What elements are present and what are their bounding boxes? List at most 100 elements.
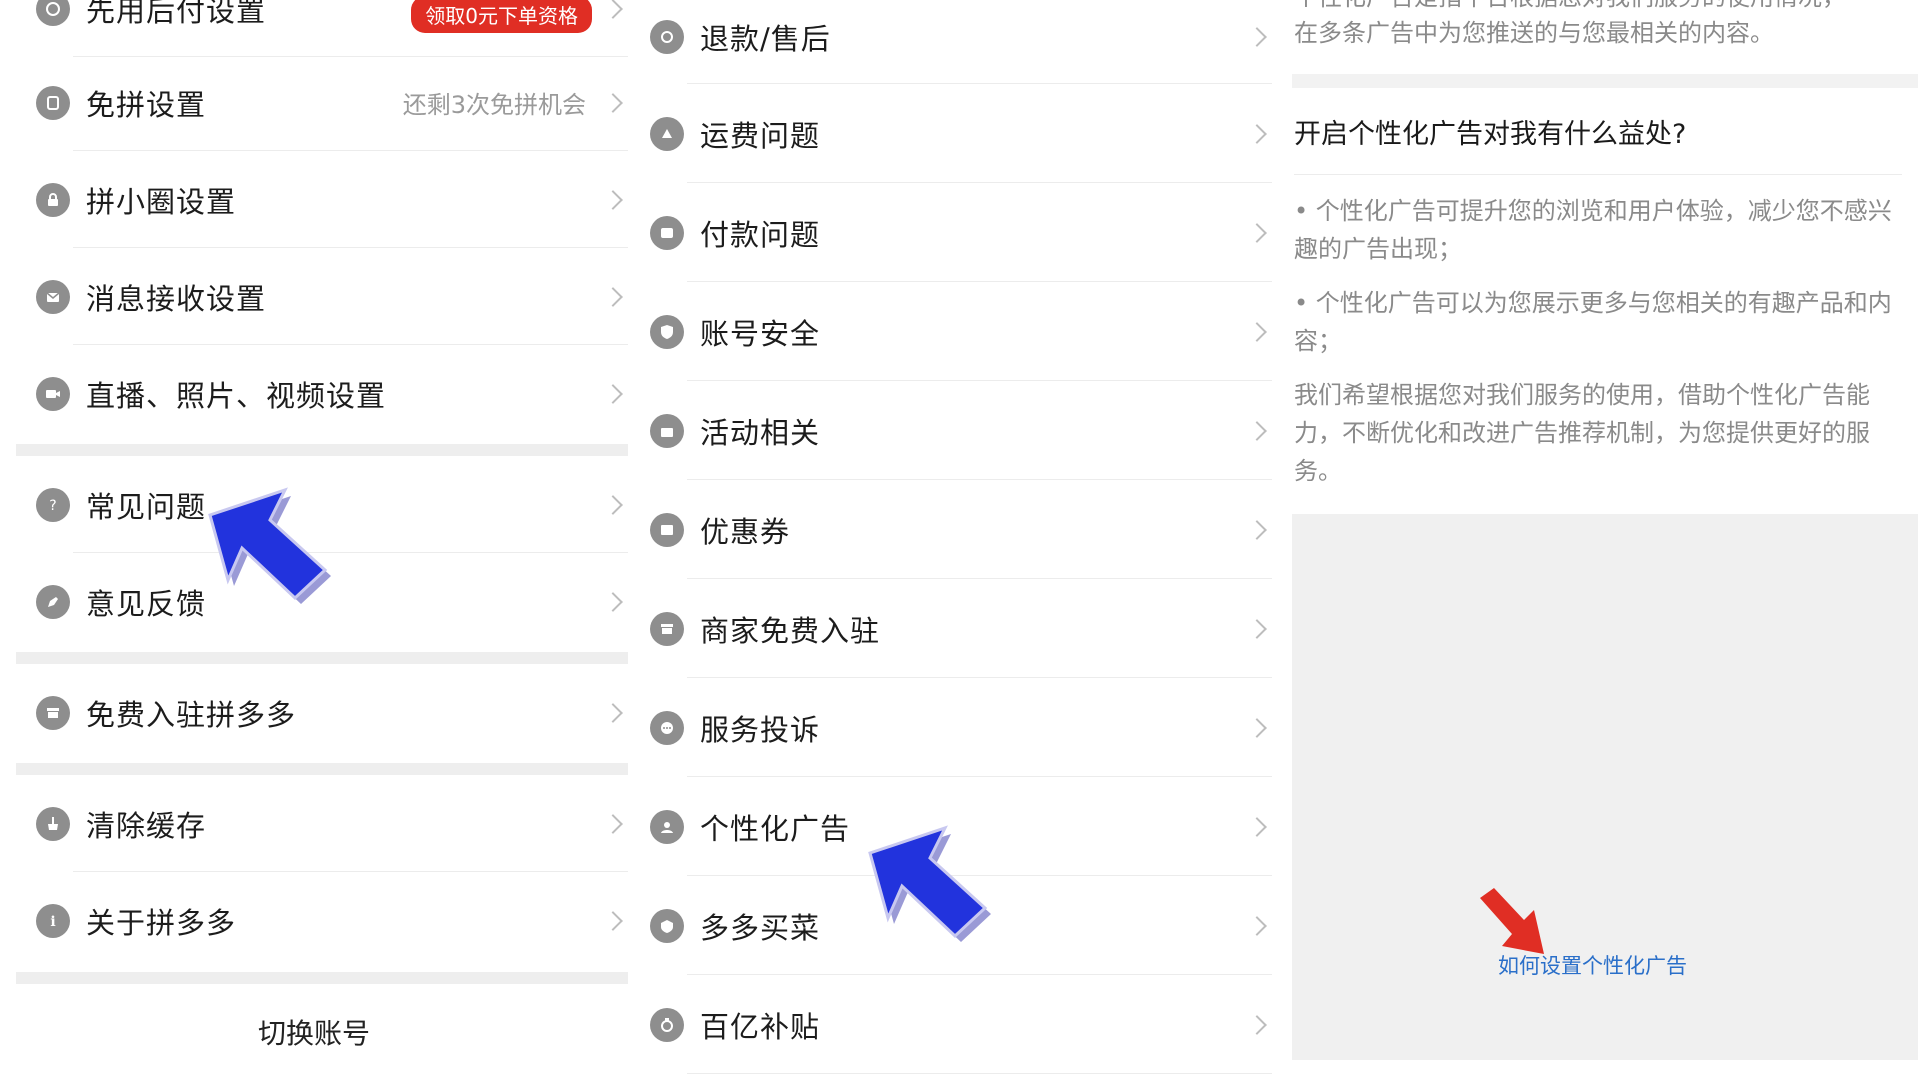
svg-text:i: i: [50, 914, 55, 930]
pay-later-icon: [36, 0, 70, 26]
chevron-right-icon: [1247, 915, 1267, 936]
about-label: 关于拼多多: [86, 905, 237, 940]
message-settings-label: 消息接收设置: [86, 281, 267, 316]
copy-icon: [36, 85, 70, 120]
about-item[interactable]: i 关于拼多多: [36, 872, 628, 969]
intro-text-partial: 个性化广告是指平台根据您对我们服务的使用情况，: [1294, 0, 1894, 12]
group-free-remaining: 还剩3次免拼机会: [402, 91, 586, 119]
chevron-right-icon: [1247, 618, 1267, 639]
chevron-right-icon: [603, 286, 623, 307]
help-item-coupons[interactable]: 优惠券: [650, 480, 1272, 579]
pay-later-settings-item[interactable]: 先用后付设置 领取0元下单资格: [36, 0, 628, 57]
section-divider: [16, 972, 628, 984]
help-item-shipping[interactable]: 运费问题: [650, 84, 1272, 183]
section-divider: [1292, 74, 1918, 88]
help-item-label: 多多买菜: [700, 910, 821, 945]
settings-panel: 先用后付设置 领取0元下单资格 免拼设置 还剩3次免拼机会 拼小圈设置 消息接收…: [0, 0, 628, 1080]
pointer-arrow-icon: [868, 825, 991, 942]
media-settings-label: 直播、照片、视频设置: [86, 378, 387, 413]
merchant-join-label: 免费入驻拼多多: [86, 697, 297, 732]
help-item-label: 商家免费入驻: [700, 613, 881, 648]
intro-text: 在多条广告中为您推送的与您最相关的内容。: [1294, 19, 1774, 47]
section-divider: [16, 652, 628, 664]
help-item-label: 退款/售后: [700, 21, 831, 56]
truck-icon: [650, 116, 684, 151]
help-item-label: 个性化广告: [700, 811, 851, 846]
chevron-right-icon: [603, 591, 623, 612]
circle-settings-item[interactable]: 拼小圈设置: [36, 151, 628, 248]
help-item-label: 优惠券: [700, 514, 791, 549]
clear-cache-item[interactable]: 清除缓存: [36, 775, 628, 872]
chevron-right-icon: [603, 0, 623, 19]
section-divider: [16, 444, 628, 456]
help-item-label: 活动相关: [700, 415, 821, 450]
chevron-right-icon: [603, 92, 623, 113]
chevron-right-icon: [1247, 123, 1267, 144]
chevron-right-icon: [1247, 26, 1267, 47]
chevron-right-icon: [1247, 420, 1267, 441]
leaf-icon: [650, 908, 684, 943]
how-to-set-personalized-ads-link[interactable]: 如何设置个性化广告: [1498, 950, 1687, 980]
chevron-right-icon: [1247, 1014, 1267, 1035]
help-item-payment[interactable]: 付款问题: [650, 183, 1272, 282]
benefits-heading: 开启个性化广告对我有什么益处?: [1294, 119, 1687, 150]
red-arrow-icon: [1480, 888, 1544, 954]
chat-icon: [650, 710, 684, 745]
chevron-right-icon: [603, 910, 623, 931]
media-settings-item[interactable]: 直播、照片、视频设置: [36, 345, 628, 442]
refund-icon: [650, 19, 684, 54]
store-icon: [36, 695, 70, 730]
help-item-activities[interactable]: 活动相关: [650, 381, 1272, 480]
lock-icon: [36, 182, 70, 217]
help-topics-panel: 退款/售后 运费问题 付款问题 账号安全 活动相关 优惠券 商家免费入驻 服务投…: [640, 0, 1292, 1080]
group-free-settings-label: 免拼设置: [86, 87, 207, 122]
chevron-right-icon: [603, 813, 623, 834]
video-icon: [36, 376, 70, 411]
question-icon: ?: [36, 487, 70, 522]
help-item-label: 账号安全: [700, 316, 821, 351]
help-item-label: 百亿补贴: [700, 1009, 821, 1044]
chevron-right-icon: [603, 494, 623, 515]
svg-text:?: ?: [49, 498, 56, 514]
help-item-label: 服务投诉: [700, 712, 821, 747]
chevron-right-icon: [1247, 222, 1267, 243]
gift-icon: [650, 413, 684, 448]
clear-cache-label: 清除缓存: [86, 808, 207, 843]
group-free-settings-item[interactable]: 免拼设置 还剩3次免拼机会: [36, 54, 628, 151]
benefit-bullet-1: • 个性化广告可提升您的浏览和用户体验，减少您不感兴趣的广告出现；: [1294, 197, 1892, 263]
help-item-subsidy[interactable]: 百亿补贴: [650, 975, 1272, 1074]
faq-label: 常见问题: [86, 489, 207, 524]
person-icon: [650, 809, 684, 844]
merchant-join-item[interactable]: 免费入驻拼多多: [36, 664, 628, 761]
message-settings-item[interactable]: 消息接收设置: [36, 248, 628, 345]
circle-settings-label: 拼小圈设置: [86, 184, 237, 219]
mail-icon: [36, 279, 70, 314]
chevron-right-icon: [1247, 519, 1267, 540]
chevron-right-icon: [603, 702, 623, 723]
pointer-arrow-icon: [208, 487, 331, 604]
shield-icon: [650, 314, 684, 349]
pay-later-label: 先用后付设置: [86, 0, 267, 28]
chevron-right-icon: [1247, 717, 1267, 738]
coupon-icon: [650, 512, 684, 547]
personalized-ads-detail-panel: 个性化广告是指平台根据您对我们服务的使用情况， 在多条广告中为您推送的与您最相关…: [1292, 0, 1918, 1080]
chevron-right-icon: [603, 189, 623, 210]
help-item-account-security[interactable]: 账号安全: [650, 282, 1272, 381]
help-item-complaints[interactable]: 服务投诉: [650, 678, 1272, 777]
chevron-right-icon: [1247, 321, 1267, 342]
pencil-icon: [36, 584, 70, 619]
money-icon: [650, 1007, 684, 1042]
chevron-right-icon: [603, 383, 623, 404]
help-item-label: 运费问题: [700, 118, 821, 153]
feedback-label: 意见反馈: [86, 586, 207, 621]
help-item-refund[interactable]: 退款/售后: [650, 0, 1272, 84]
pay-later-badge: 领取0元下单资格: [411, 0, 592, 33]
help-item-label: 付款问题: [700, 217, 821, 252]
wallet-icon: [650, 215, 684, 250]
benefit-bullet-2: • 个性化广告可以为您展示更多与您相关的有趣产品和内容；: [1294, 289, 1892, 355]
store-icon: [650, 611, 684, 646]
broom-icon: [36, 806, 70, 841]
help-item-merchant-join[interactable]: 商家免费入驻: [650, 579, 1272, 678]
chevron-right-icon: [1247, 816, 1267, 837]
switch-account-button[interactable]: 切换账号: [0, 1012, 628, 1052]
